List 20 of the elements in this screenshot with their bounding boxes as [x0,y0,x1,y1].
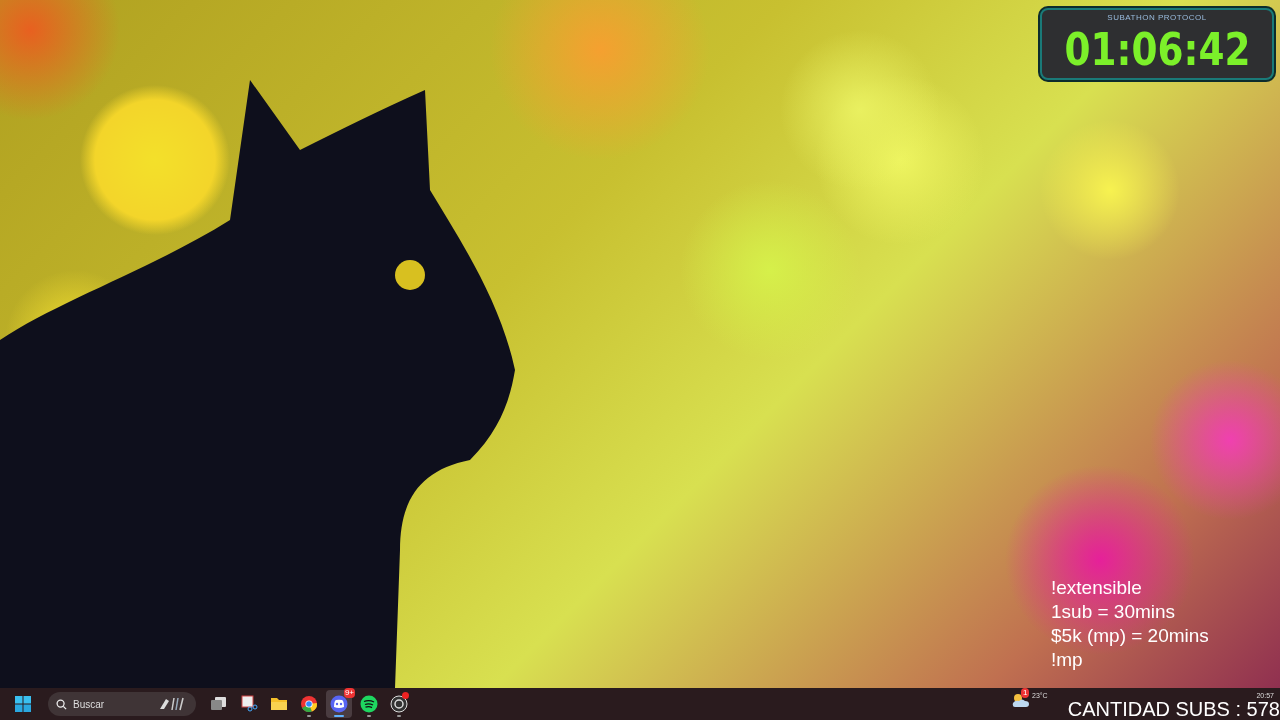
search-field[interactable]: Buscar [48,692,196,716]
search-input[interactable]: Buscar [73,696,153,712]
windows-logo-icon [15,696,31,712]
notification-badge: 1 [1021,688,1030,698]
scissors-icon [240,695,258,713]
search-icon [56,698,67,710]
overlay-note: $5k (mp) = 20mins [1051,624,1209,648]
task-view-icon [210,695,228,713]
overlay-note: !extensible [1051,576,1143,600]
chrome-icon [300,695,318,713]
subs-counter: CANTIDAD SUBS : 578 [1067,698,1280,720]
folder-icon [270,695,288,713]
brushes-icon [159,697,185,711]
timer-digits: 01:06:42 [1063,24,1250,76]
taskbar-app-button[interactable]: 9+ [326,690,352,718]
notification-badge: 9+ [343,688,355,698]
cloud-icon[interactable] [1012,692,1030,708]
timer-caption: SUBATHON PROTOCOL [1107,12,1207,24]
overlay-note: !mp [1051,648,1084,672]
overlay-note: 1sub = 30mins [1051,600,1177,624]
